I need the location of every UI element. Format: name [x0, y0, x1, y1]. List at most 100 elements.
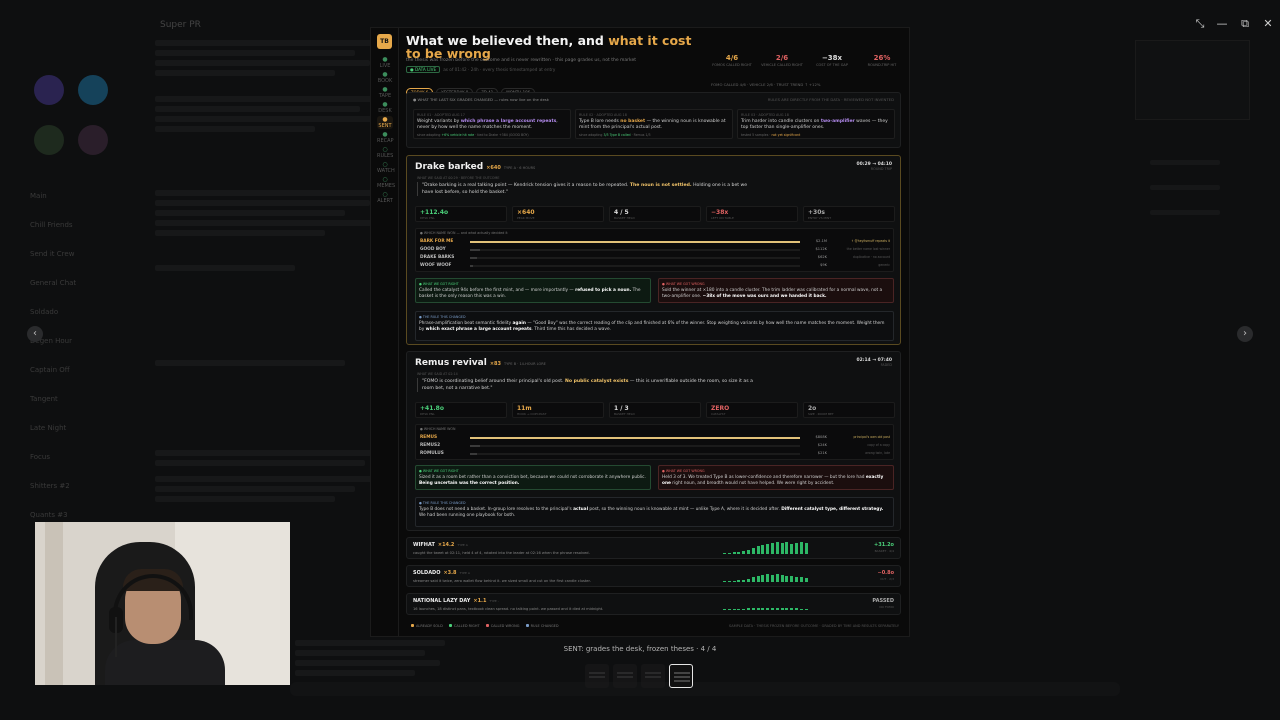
sparkline-bar — [747, 608, 750, 610]
maximize-button[interactable]: ⧉ — [1238, 17, 1252, 31]
sparkline-bar — [795, 543, 798, 554]
stat-tile: +30s ENTRY VS MINT — [803, 206, 895, 222]
rail-item-recap[interactable]: ● RECAP — [377, 131, 394, 144]
rail-item-tape[interactable]: ● TAPE — [377, 86, 393, 99]
thumbnail[interactable] — [585, 664, 609, 688]
stat-tile: +112.4o DESK PNL — [415, 206, 507, 222]
sparkline-bar — [756, 608, 760, 610]
server-avatar — [78, 125, 108, 155]
name-race: ● WHICH NAME WON REMUS $808K principal's o… — [415, 424, 894, 460]
frozen-thesis: "Drake barking is a real talking point —… — [417, 182, 757, 196]
sparkline-bar — [756, 546, 760, 554]
thumbnail[interactable] — [613, 664, 637, 688]
sparkline-bar — [790, 576, 794, 582]
case-row-national-lazy-day: NATIONAL LAZY DAY ×1.1 TYPE - 16 launches,… — [406, 593, 901, 615]
channel-item: Send it Crew — [30, 250, 75, 258]
sparkline-bar — [727, 609, 731, 610]
sparkline-bar — [732, 552, 736, 554]
case-title: Remus revival ×83 TYPE B · 14-HOUR LORE — [415, 358, 546, 368]
image-viewer[interactable]: TB ● LIVE ● BOOK ● TAPE ● DESK ● SENT ● RECAP … — [370, 27, 910, 637]
thumbnail-active[interactable] — [669, 664, 693, 688]
channel-item: Degen Hour — [30, 337, 72, 345]
sparkline-bar — [737, 609, 741, 610]
got-wrong-box: ● WHAT WE GOT WRONG Sold the winner at ×… — [658, 278, 894, 303]
rail-item-memes[interactable]: ○ MEMES — [377, 176, 395, 189]
rules-changed-card: ● WHAT THE LAST SIX GRADES CHANGED — rul… — [406, 92, 901, 148]
stat-tile: ZERO CATALYST — [706, 402, 798, 418]
kpi-hit: 26% ROUND-TRIP HIT — [867, 54, 897, 67]
rail-item-watch[interactable]: ○ WATCH — [377, 161, 395, 174]
message-composer — [290, 682, 1120, 696]
stat-tile: −38x LEFT ON TABLE — [706, 206, 798, 222]
channel-item: General Chat — [30, 279, 77, 287]
server-avatar — [34, 75, 64, 105]
channel-item: Soldado — [30, 308, 59, 316]
case-card-remus: Remus revival ×83 TYPE B · 14-HOUR LORE 02… — [406, 351, 901, 531]
case-row-soldado: SOLDADO ×3.8 TYPE A streamer said it twice… — [406, 565, 901, 587]
channel-item: Chill Friends — [30, 221, 73, 229]
rail-item-live[interactable]: ● LIVE — [377, 56, 393, 69]
sparkline-bar — [804, 578, 808, 582]
sparkline-bar — [723, 581, 726, 582]
rail-item-book[interactable]: ● BOOK — [377, 71, 393, 84]
sparkline-bar — [804, 543, 808, 554]
page-subtitle: the thesis was frozen before the outcome… — [406, 58, 637, 63]
minimize-button[interactable]: — — [1215, 17, 1229, 30]
sparkline-bar — [775, 574, 779, 582]
case-card-drake: Drake barked ×640 TYPE A · 6 HOURS 00:29 →… — [406, 155, 901, 345]
stat-tile: 2o SIZE · ROOM BET — [803, 402, 895, 418]
sparkline-bar — [751, 548, 755, 554]
rail-item-sent[interactable]: ● SENT — [377, 116, 393, 129]
case-row-wifhat: WIFHAT ×14.2 TYPE A caught the tweet at 02… — [406, 537, 901, 559]
sparkline-bar — [737, 552, 741, 554]
sparkline-bar — [771, 608, 774, 610]
previous-image-button[interactable]: ‹ — [27, 326, 43, 342]
channel-item: Captain Off — [30, 366, 70, 374]
rail-item-desk[interactable]: ● DESK — [377, 101, 393, 114]
thumbnail[interactable] — [641, 664, 665, 688]
sparkline-bar — [771, 543, 774, 554]
sparkline-bar — [799, 609, 803, 610]
sparkline-bar — [795, 608, 798, 610]
sparkline-bar — [737, 580, 741, 582]
rail-item-alert[interactable]: ○ ALERT — [377, 191, 393, 204]
stat-tile: 1 / 3 BASKET HELD — [609, 402, 701, 418]
sparkline-bar — [766, 608, 770, 610]
sparkline-bar — [785, 576, 789, 582]
sparkline-bar — [775, 542, 779, 554]
sparkline-bar — [799, 542, 803, 554]
sparkline-bar — [785, 542, 789, 554]
name-race: ● WHICH NAME WON — and what actually dec… — [415, 228, 894, 272]
case-title: Drake barked ×640 TYPE A · 6 HOURS — [415, 162, 536, 172]
next-image-button[interactable]: › — [1237, 326, 1253, 342]
background-app-title: Super PR — [160, 20, 201, 30]
section-note: RULES ARE DIRECTLY FROM THE DATA · REVIE… — [767, 97, 894, 102]
sparkline-bar — [795, 577, 798, 582]
rail-item-rules[interactable]: ○ RULES — [377, 146, 393, 159]
sparkline-bar — [790, 544, 794, 554]
kpi-footer: FOMO CALLED 4/6 · VEHICLE 2/6 · TRUST TR… — [711, 82, 821, 87]
close-button[interactable]: ✕ — [1261, 17, 1275, 30]
legend: ALREADY SOLD CALLED RIGHT CALLED WRONG R… — [406, 624, 559, 628]
channel-item: Focus — [30, 453, 50, 461]
rule-changed-box: ● THE RULE THIS CHANGED Type B does not … — [415, 497, 894, 527]
doc-logo: TB — [377, 34, 392, 49]
sparkline-bar — [742, 551, 746, 554]
got-right-box: ● WHAT WE GOT RIGHT Sized it as a room b… — [415, 465, 651, 490]
sparkline — [723, 542, 813, 554]
kpi-cost: −38x COST OF THE GAP — [816, 54, 848, 67]
doc-sidebar: TB ● LIVE ● BOOK ● TAPE ● DESK ● SENT ● RECAP … — [371, 28, 399, 636]
sparkline-bar — [727, 581, 731, 582]
sparkline-bar — [732, 609, 736, 610]
case-time: 00:29 → 04:10 ROUND TRIP — [856, 162, 892, 171]
sparkline-bar — [747, 579, 750, 582]
sparkline-bar — [756, 576, 760, 582]
sparkline-bar — [790, 608, 794, 610]
channel-item: Quants #3 — [30, 511, 68, 519]
server-avatar — [78, 75, 108, 105]
stat-tile: 4 / 5 BASKET HELD — [609, 206, 701, 222]
page-title: What we believed then, and what it cost … — [406, 33, 692, 61]
rule-box: RULE 01 · ADOPTED AUG 17 Weight variants… — [413, 109, 571, 139]
shrink-icon[interactable]: ⤡ — [1193, 17, 1207, 31]
name-row: REMUS $808K principal's own old post — [420, 435, 890, 440]
